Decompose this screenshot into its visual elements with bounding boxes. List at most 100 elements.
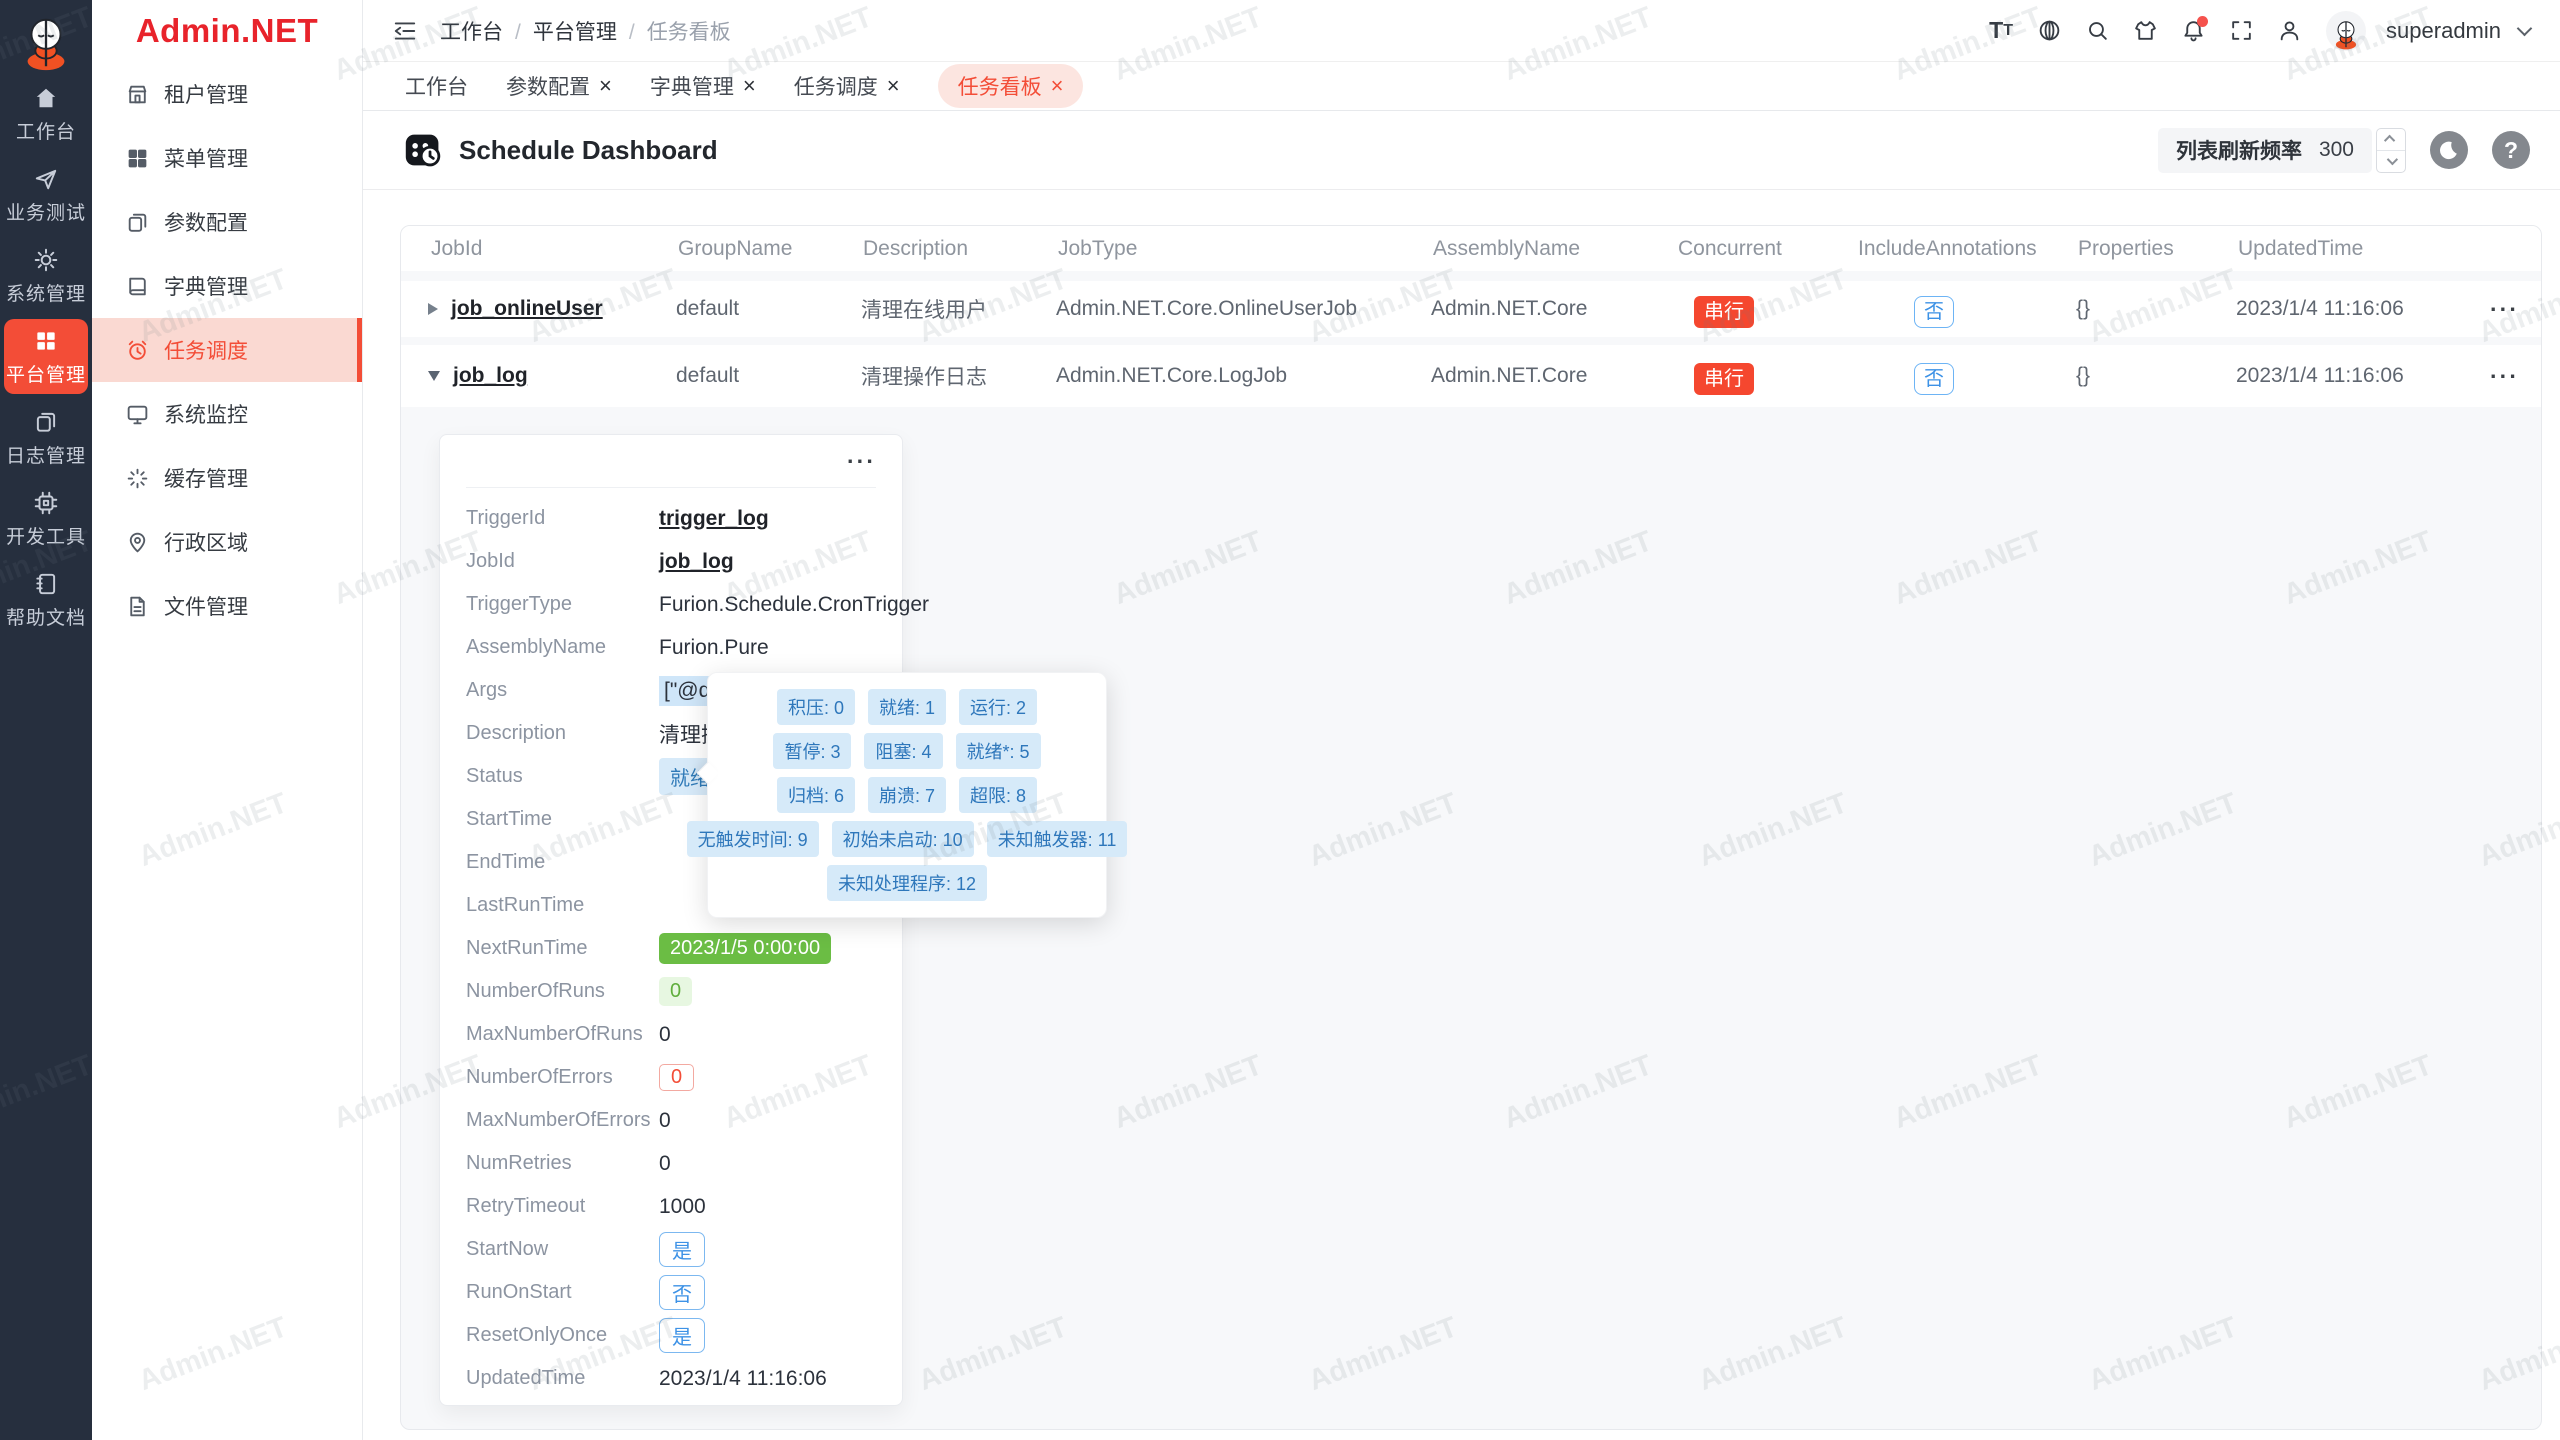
sidebar-item-cache[interactable]: 缓存管理 <box>92 446 362 510</box>
rail-item-dev-tools[interactable]: 开发工具 <box>4 481 88 556</box>
rail-item-label: 平台管理 <box>6 360 86 387</box>
language-icon[interactable] <box>2030 12 2068 50</box>
collapse-icon[interactable] <box>428 371 440 381</box>
params-icon <box>125 210 150 235</box>
sidebar-item-label: 任务调度 <box>164 335 248 365</box>
close-icon[interactable] <box>1051 75 1064 97</box>
cell-jobtype: Admin.NET.Core.OnlineUserJob <box>1056 297 1431 321</box>
job-link[interactable]: job_log <box>659 550 734 574</box>
tab-params[interactable]: 参数配置 <box>506 71 612 101</box>
detail-value: 0 <box>659 1109 671 1133</box>
close-icon[interactable] <box>743 75 756 97</box>
tab-workbench[interactable]: 工作台 <box>405 71 468 101</box>
detail-value: 0 <box>659 1152 671 1176</box>
include-annotations-badge: 否 <box>1914 296 1954 328</box>
sidebar-item-label: 菜单管理 <box>164 143 248 173</box>
sidebar-item-monitor[interactable]: 系统监控 <box>92 382 362 446</box>
sidebar-item-menu[interactable]: 菜单管理 <box>92 126 362 190</box>
status-legend-badge: 阻塞: 4 <box>864 733 942 769</box>
avatar[interactable] <box>2326 11 2366 51</box>
sidebar-item-tenant[interactable]: 租户管理 <box>92 62 362 126</box>
help-icon[interactable]: ? <box>2492 131 2530 169</box>
column-header: JobType <box>1056 237 1431 261</box>
tab-schedule-dashboard[interactable]: 任务看板 <box>938 64 1084 108</box>
status-legend-badge: 运行: 2 <box>959 689 1037 725</box>
tab-schedule[interactable]: 任务调度 <box>794 71 900 101</box>
sidebar-item-files[interactable]: 文件管理 <box>92 574 362 638</box>
detail-label: Status <box>466 765 659 788</box>
table-row: job_onlineUser default 清理在线用户 Admin.NET.… <box>401 281 2541 337</box>
tab-label: 任务调度 <box>794 71 878 101</box>
sidebar-collapse-icon[interactable] <box>388 14 422 48</box>
notebook-icon <box>33 571 59 597</box>
username[interactable]: superadmin <box>2386 18 2501 44</box>
job-link[interactable]: job_log <box>453 364 528 388</box>
stepper-increase-icon[interactable] <box>2377 129 2405 150</box>
rail-item-platform-mgmt[interactable]: 平台管理 <box>4 319 88 394</box>
detail-label: ResetOnlyOnce <box>466 1324 659 1347</box>
tab-dict[interactable]: 字典管理 <box>650 71 756 101</box>
chevron-down-icon[interactable] <box>2517 21 2533 37</box>
theme-icon[interactable] <box>2126 12 2164 50</box>
rail-item-system-mgmt[interactable]: 系统管理 <box>4 238 88 313</box>
sidebar-item-params[interactable]: 参数配置 <box>92 190 362 254</box>
detail-label: UpdatedTime <box>466 1367 659 1390</box>
sidebar-item-region[interactable]: 行政区域 <box>92 510 362 574</box>
cell-assembly: Admin.NET.Core <box>1431 364 1676 388</box>
column-header: IncludeAnnotations <box>1856 237 2076 261</box>
sidebar-item-label: 系统监控 <box>164 399 248 429</box>
cpu-icon <box>33 490 59 516</box>
table-header-row: JobId GroupName Description JobType Asse… <box>401 226 2541 271</box>
sidebar-item-label: 缓存管理 <box>164 463 248 493</box>
detail-label: MaxNumberOfErrors <box>466 1109 659 1132</box>
close-icon[interactable] <box>887 75 900 97</box>
rail-item-workbench[interactable]: 工作台 <box>4 76 88 151</box>
app-root: 工作台 业务测试 系统管理 平台管理 日志管理 开发工具 帮助文档 Ad <box>0 0 2560 1440</box>
refresh-frequency-stepper <box>2376 128 2406 173</box>
breadcrumb-item[interactable]: 工作台 <box>440 16 521 46</box>
status-legend-badge: 积压: 0 <box>777 689 855 725</box>
copy-icon <box>33 409 59 435</box>
sidebar-item-schedule[interactable]: 任务调度 <box>92 318 362 382</box>
status-legend-badge: 初始未启动: 10 <box>832 821 974 857</box>
fullscreen-icon[interactable] <box>2222 12 2260 50</box>
trigger-link[interactable]: trigger_log <box>659 507 769 531</box>
rail-item-business-test[interactable]: 业务测试 <box>4 157 88 232</box>
stepper-decrease-icon[interactable] <box>2377 150 2405 172</box>
rail-item-label: 开发工具 <box>6 522 86 549</box>
rail-item-help-docs[interactable]: 帮助文档 <box>4 562 88 637</box>
job-link[interactable]: job_onlineUser <box>451 297 603 321</box>
reset-only-once-badge: 是 <box>659 1318 705 1353</box>
search-icon[interactable] <box>2078 12 2116 50</box>
status-legend-badge: 无触发时间: 9 <box>687 821 819 857</box>
font-size-icon[interactable]: TT <box>1982 12 2020 50</box>
row-actions-button[interactable]: ··· <box>2466 363 2541 390</box>
detail-label: TriggerId <box>466 507 659 530</box>
status-legend-badge: 超限: 8 <box>959 777 1037 813</box>
topbar: 工作台 平台管理 任务看板 TT <box>363 0 2560 62</box>
jobs-table: JobId GroupName Description JobType Asse… <box>400 225 2542 1430</box>
sidebar-item-dict[interactable]: 字典管理 <box>92 254 362 318</box>
profile-icon[interactable] <box>2270 12 2308 50</box>
expand-icon[interactable] <box>428 303 438 315</box>
expanded-row-region: ··· TriggerIdtrigger_log JobIdjob_log Tr… <box>401 407 2541 1429</box>
include-annotations-badge: 否 <box>1914 363 1954 395</box>
close-icon[interactable] <box>599 75 612 97</box>
detail-actions-button[interactable]: ··· <box>847 448 876 475</box>
refresh-frequency-label: 列表刷新频率 <box>2176 135 2302 165</box>
sidebar-item-label: 行政区域 <box>164 527 248 557</box>
concurrent-badge: 串行 <box>1694 363 1754 395</box>
refresh-frequency-input[interactable]: 列表刷新频率 300 <box>2158 128 2372 173</box>
column-header: Description <box>861 237 1056 261</box>
breadcrumb: 工作台 平台管理 任务看板 <box>440 16 731 46</box>
detail-label: JobId <box>466 550 659 573</box>
status-legend-badge: 就绪*: 5 <box>956 733 1041 769</box>
notification-icon[interactable] <box>2174 12 2212 50</box>
rail-item-log-mgmt[interactable]: 日志管理 <box>4 400 88 475</box>
tabbar: 工作台 参数配置 字典管理 任务调度 任务看板 <box>363 62 2560 111</box>
breadcrumb-item-current: 任务看板 <box>647 16 731 46</box>
brand-logo: Admin.NET <box>92 0 362 62</box>
dark-mode-icon[interactable] <box>2430 131 2468 169</box>
row-actions-button[interactable]: ··· <box>2466 296 2541 323</box>
breadcrumb-item[interactable]: 平台管理 <box>533 16 635 46</box>
